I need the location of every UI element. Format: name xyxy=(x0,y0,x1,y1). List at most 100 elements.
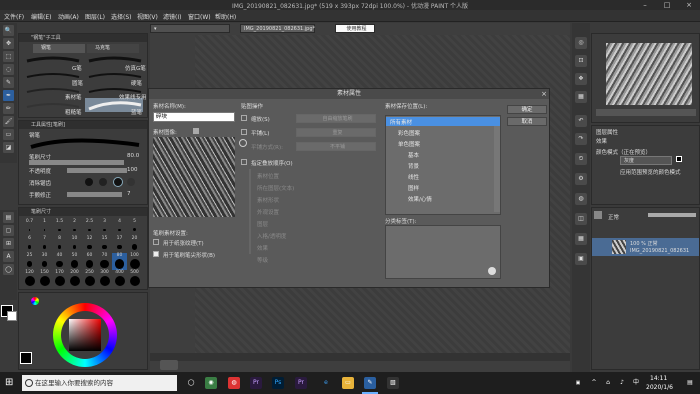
tree-linear[interactable]: 线性 xyxy=(408,173,419,181)
cancel-button[interactable]: 取消 xyxy=(507,117,547,126)
tray-up-icon[interactable]: ^ xyxy=(588,377,600,389)
tray-icon-1[interactable]: ▣ xyxy=(572,377,584,389)
maximize-button[interactable]: □ xyxy=(656,0,678,10)
antialias-none[interactable] xyxy=(85,178,93,186)
lang-indicator[interactable]: 中 xyxy=(630,377,642,389)
tree-color-pattern[interactable]: 彩色图案 xyxy=(398,129,420,137)
menu-select[interactable]: 选择(S) xyxy=(111,12,132,21)
brush-rough[interactable]: 粗糙笔 xyxy=(65,108,82,116)
brush-size-cell[interactable]: 12 xyxy=(82,236,97,253)
tree-all-materials[interactable]: 所有素材 xyxy=(390,118,412,126)
stabilization-slider[interactable] xyxy=(67,192,122,197)
pen-icon[interactable]: ✒ xyxy=(3,90,14,101)
edge-icon[interactable]: e xyxy=(320,377,332,389)
brush-size-cell[interactable]: 300 xyxy=(97,270,112,287)
antialias-medium[interactable] xyxy=(113,177,123,187)
brush-tip-checkbox[interactable] xyxy=(153,251,159,257)
brush-size-cell[interactable]: 200 xyxy=(67,270,82,287)
task-view-icon[interactable]: ◯ xyxy=(185,377,197,389)
brush-icon[interactable]: 🖌 xyxy=(3,116,14,127)
property-icon[interactable]: ⚙ xyxy=(575,173,587,185)
menu-edit[interactable]: 编辑(E) xyxy=(31,12,51,21)
menu-file[interactable]: 文件(F) xyxy=(4,12,24,21)
brush-size-cell[interactable]: 70 xyxy=(97,253,112,270)
brush-size-cell[interactable]: 100 xyxy=(127,253,142,270)
magnify-icon[interactable] xyxy=(239,139,247,147)
layer-opacity-slider[interactable] xyxy=(648,213,696,217)
brush-size-slider[interactable] xyxy=(29,160,124,165)
brush-size-cell[interactable]: 6 xyxy=(22,236,37,253)
menu-layer[interactable]: 图层(L) xyxy=(85,12,105,21)
start-icon[interactable]: ⊞ xyxy=(5,377,17,389)
premiere-icon[interactable]: Pr xyxy=(250,377,262,389)
brush-size-cell[interactable]: 3 xyxy=(97,219,112,236)
tab-doc-main[interactable]: ▾ xyxy=(150,24,230,33)
brush-size-cell[interactable]: 500 xyxy=(127,270,142,287)
brush-size-cell[interactable]: 2.5 xyxy=(82,219,97,236)
move-icon[interactable]: ✥ xyxy=(3,38,14,49)
menu-window[interactable]: 窗口(W) xyxy=(188,12,211,21)
tile-scale-select[interactable]: 自由缩放笔刷 xyxy=(296,114,376,123)
brush-blue[interactable]: 蓝笔 xyxy=(131,108,142,116)
brush-size-cell[interactable]: 2 xyxy=(67,219,82,236)
redo-icon[interactable]: ↷ xyxy=(575,133,587,145)
brush-size-cell[interactable]: 170 xyxy=(52,270,67,287)
texture-checkbox[interactable] xyxy=(153,239,159,245)
add-tag-icon[interactable] xyxy=(488,267,496,275)
material-name-input[interactable]: 碎块 xyxy=(153,112,235,122)
paint-app-icon[interactable]: ✎ xyxy=(364,377,376,389)
layer-blend-mode[interactable]: 正常 xyxy=(608,213,619,221)
tab-doc1[interactable]: IMG_20190821_082631.jpg* xyxy=(240,24,315,33)
layer-add-icon[interactable]: ▣ xyxy=(575,253,587,265)
sub-color-swatch[interactable] xyxy=(7,311,17,321)
brush-size-cell[interactable]: 15 xyxy=(97,236,112,253)
brush-size-cell[interactable]: 120 xyxy=(22,270,37,287)
layer-menu-icon[interactable] xyxy=(594,211,602,219)
color-wheel-icon[interactable] xyxy=(31,297,39,305)
tree-basic[interactable]: 基本 xyxy=(408,151,419,159)
brush-size-cell[interactable]: 17 xyxy=(112,236,127,253)
pencil-icon[interactable]: ✏ xyxy=(3,103,14,114)
network-icon[interactable]: ⌂ xyxy=(602,377,614,389)
tile-repeat-select[interactable]: 重复 xyxy=(296,128,376,137)
tile-scale-checkbox[interactable] xyxy=(241,115,247,121)
antialias-weak[interactable] xyxy=(99,178,107,186)
zoom-icon[interactable]: 🔍 xyxy=(3,25,14,36)
brush-real-g[interactable]: 仿真G笔 xyxy=(125,64,146,72)
volume-icon[interactable]: ♪ xyxy=(616,377,628,389)
blend-select[interactable]: 灰度 xyxy=(620,156,672,165)
brush-size-cell[interactable]: 150 xyxy=(37,270,52,287)
brush-size-cell[interactable]: 80 xyxy=(112,253,127,270)
menu-help[interactable]: 帮助(H) xyxy=(215,12,236,21)
text-icon[interactable]: A xyxy=(3,251,14,262)
menu-filter[interactable]: 滤镜(I) xyxy=(163,12,181,21)
tree-effect-mood[interactable]: 效果/心情 xyxy=(408,195,432,203)
brush-size-cell[interactable]: 50 xyxy=(67,253,82,270)
sub-view-icon[interactable]: ⊡ xyxy=(575,55,587,67)
brush-size-cell[interactable]: 0.7 xyxy=(22,219,37,236)
tab-marker[interactable]: 马克笔 xyxy=(87,44,139,53)
tree-background[interactable]: 背景 xyxy=(408,162,419,170)
ok-button[interactable]: 确定 xyxy=(507,105,547,114)
menu-animation[interactable]: 动画(A) xyxy=(58,12,79,21)
undo-icon[interactable]: ↶ xyxy=(575,115,587,127)
brush-material[interactable]: 素材笔 xyxy=(65,93,82,101)
search-tag-area[interactable] xyxy=(385,225,501,279)
folder-icon[interactable] xyxy=(193,128,199,134)
brush-effect-line[interactable]: 效果线专用 xyxy=(119,93,147,101)
tab-tutorial[interactable]: 使用教程 xyxy=(335,24,375,33)
tile-shape-select[interactable]: 不平铺 xyxy=(296,142,376,151)
brush-size-cell[interactable]: 25 xyxy=(22,253,37,270)
gradient-icon[interactable]: ▤ xyxy=(3,212,14,223)
navigator-button[interactable] xyxy=(160,360,178,370)
color-swatch-black[interactable] xyxy=(20,352,32,364)
tree-scrollbar[interactable] xyxy=(494,126,500,212)
close-button[interactable]: × xyxy=(678,0,700,10)
select-icon[interactable]: ⬚ xyxy=(3,51,14,62)
brush-hard[interactable]: 硬笔 xyxy=(131,79,142,87)
tile-repeat-checkbox[interactable] xyxy=(241,129,247,135)
brush-size-cell[interactable]: 10 xyxy=(67,236,82,253)
opacity-slider[interactable] xyxy=(67,168,127,173)
brush-size-cell[interactable]: 30 xyxy=(37,253,52,270)
brush-size-cell[interactable]: 40 xyxy=(52,253,67,270)
